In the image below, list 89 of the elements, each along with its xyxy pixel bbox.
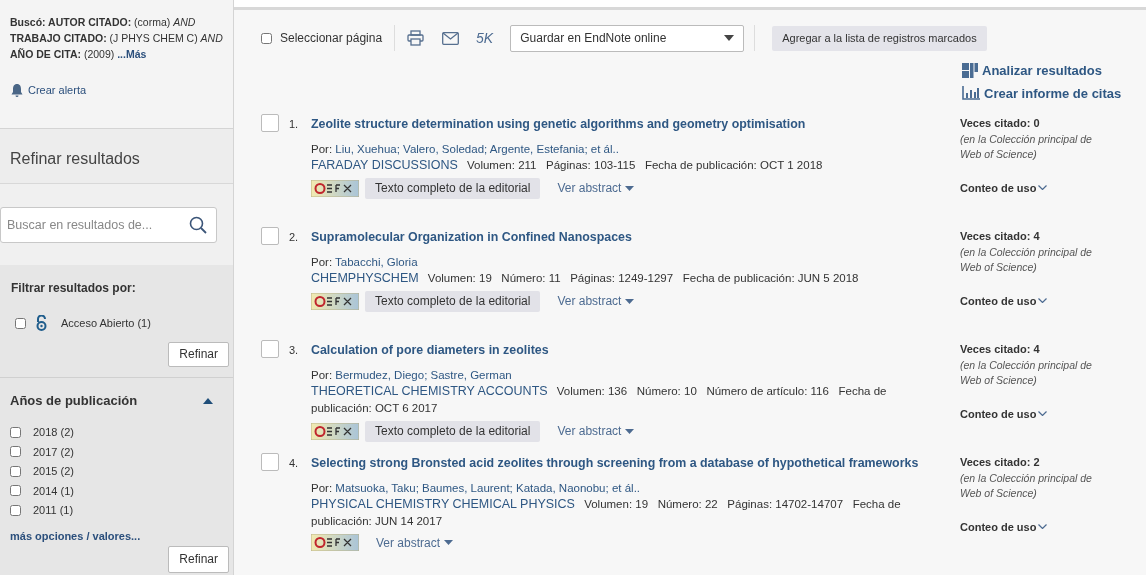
source-line: CHEMPHYSCHEM Volumen: 19 Número: 11 Páginas: 1249-1297 Fecha de publicación: JUN 5 2018 bbox=[311, 269, 860, 287]
checkbox[interactable] bbox=[261, 32, 272, 44]
record-number: 1. bbox=[288, 117, 300, 132]
record-number: 2. bbox=[288, 230, 300, 245]
source-line: PHYSICAL CHEMISTRY CHEMICAL PHYSICS Volumen: 19 Número: 22 Páginas: 14702-14707 Fecha de publicación: JUN 14 2017 bbox=[311, 495, 902, 529]
search-query: Buscó: AUTOR CITADO: (corma) AND TRABAJO CITADO: (J PHYS CHEM C) AND AÑO DE CITA: (2009) ...Más bbox=[10, 15, 223, 62]
caret-icon bbox=[724, 35, 735, 41]
years-heading: Años de publicación bbox=[10, 392, 138, 410]
citation-report-link[interactable]: Crear informe de citas bbox=[962, 83, 1122, 103]
checkbox[interactable] bbox=[10, 485, 21, 497]
view-abstract-link[interactable]: Ver abstract bbox=[557, 179, 635, 198]
collapse-caret-icon[interactable] bbox=[203, 397, 213, 404]
usage-count-toggle[interactable]: Conteo de uso bbox=[960, 179, 1048, 196]
mail-icon[interactable] bbox=[442, 31, 460, 45]
authors-line: Por: Liu, Xuehua; Valero, Soledad; Argente, Estefania; et ál.. bbox=[311, 141, 620, 157]
source-line: FARADAY DISCUSSIONS Volumen: 211 Páginas: 103-115 Fecha de publicación: OCT 1 2018 bbox=[311, 156, 824, 174]
record-title-link[interactable]: Calculation of pore diameters in zeolites bbox=[311, 341, 549, 360]
checkbox[interactable] bbox=[10, 465, 21, 477]
record-number: 4. bbox=[288, 456, 300, 471]
caret-icon bbox=[625, 185, 635, 191]
full-text-button[interactable]: Texto completo de la editorial bbox=[365, 290, 541, 312]
more-link[interactable]: ...Más bbox=[117, 48, 147, 60]
record-title-link[interactable]: Zeolite structure determination using genetic algorithms and geometry optimisation bbox=[311, 115, 806, 134]
sfx-logo[interactable] bbox=[311, 179, 359, 197]
times-cited: Veces citado: 4 bbox=[960, 229, 1041, 244]
sfx-logo[interactable] bbox=[311, 292, 359, 310]
caret-icon bbox=[444, 540, 454, 546]
usage-count-toggle[interactable]: Conteo de uso bbox=[960, 292, 1048, 309]
full-text-button[interactable]: Texto completo de la editorial bbox=[365, 420, 541, 442]
print-icon[interactable] bbox=[407, 30, 425, 46]
authors-line: Por: Matsuoka, Taku; Baumes, Laurent; Katada, Naonobu; et ál.. bbox=[311, 480, 642, 496]
collection-note: (en la Colección principal de Web of Science) bbox=[960, 357, 1092, 388]
checkbox[interactable] bbox=[10, 446, 21, 458]
checkbox[interactable] bbox=[10, 504, 21, 516]
chevron-down-icon bbox=[1038, 411, 1048, 417]
bell-icon bbox=[10, 82, 24, 98]
sfx-logo[interactable] bbox=[311, 422, 359, 440]
usage-count-toggle[interactable]: Conteo de uso bbox=[960, 518, 1048, 535]
export-count-link[interactable]: 5K bbox=[476, 27, 494, 49]
refine-button[interactable]: Refinar bbox=[168, 341, 229, 367]
checkbox[interactable] bbox=[10, 426, 21, 438]
filter-label: Acceso Abierto (1) bbox=[61, 316, 151, 331]
checkbox[interactable] bbox=[261, 453, 279, 471]
year-option: 2011 (1) bbox=[33, 502, 74, 519]
analyze-results-link[interactable]: Analizar resultados bbox=[962, 61, 1102, 81]
source-line: THEORETICAL CHEMISTRY ACCOUNTS Volumen: 136 Número: 10 Número de artículo: 116 Fecha de publicación: OCT 6 2017 bbox=[311, 382, 888, 416]
chevron-down-icon bbox=[1038, 185, 1048, 191]
bar-chart-icon bbox=[962, 86, 980, 101]
checkbox[interactable] bbox=[15, 317, 26, 329]
grid-chart-icon bbox=[962, 63, 978, 79]
record-title-link[interactable]: Supramolecular Organization in Confined Nanospaces bbox=[311, 228, 632, 247]
more-options-link[interactable]: más opciones / valores... bbox=[10, 528, 141, 545]
collection-note: (en la Colección principal de Web of Science) bbox=[960, 244, 1092, 275]
checkbox[interactable] bbox=[261, 340, 279, 358]
select-page-label[interactable]: Seleccionar página bbox=[280, 29, 383, 47]
search-field[interactable]: Buscar en resultados de... bbox=[0, 207, 217, 243]
create-alert-link[interactable]: Crear alerta bbox=[10, 82, 87, 99]
record-title-link[interactable]: Selecting strong Bronsted acid zeolites through screening from a database of hypothetical frameworks bbox=[311, 454, 919, 473]
times-cited: Veces citado: 4 bbox=[960, 342, 1041, 357]
times-cited: Veces citado: 2 bbox=[960, 455, 1041, 470]
caret-icon bbox=[625, 428, 635, 434]
view-abstract-link[interactable]: Ver abstract bbox=[557, 422, 635, 441]
year-option: 2015 (2) bbox=[33, 463, 74, 480]
authors-line: Por: Bermudez, Diego; Sastre, German bbox=[311, 367, 513, 383]
checkbox[interactable] bbox=[261, 227, 279, 245]
record-number: 3. bbox=[288, 343, 300, 358]
refine-heading: Refinar resultados bbox=[10, 149, 141, 169]
chevron-down-icon bbox=[1038, 298, 1048, 304]
sfx-logo[interactable] bbox=[311, 534, 359, 552]
year-option: 2017 (2) bbox=[33, 443, 74, 460]
checkbox[interactable] bbox=[261, 114, 279, 132]
view-abstract-link[interactable]: Ver abstract bbox=[557, 292, 635, 311]
view-abstract-link[interactable]: Ver abstract bbox=[376, 533, 454, 552]
year-option: 2014 (1) bbox=[33, 482, 74, 499]
save-dropdown[interactable]: Guardar en EndNote online bbox=[510, 24, 745, 52]
authors-line: Por: Tabacchi, Gloria bbox=[311, 254, 419, 270]
open-lock-icon bbox=[36, 315, 47, 332]
add-to-marked-list-button[interactable]: Agregar a la lista de registros marcados bbox=[772, 25, 987, 51]
search-icon[interactable] bbox=[189, 216, 207, 234]
collection-note: (en la Colección principal de Web of Science) bbox=[960, 470, 1092, 501]
refine-button[interactable]: Refinar bbox=[168, 545, 229, 573]
filter-heading: Filtrar resultados por: bbox=[11, 280, 137, 297]
year-option: 2018 (2) bbox=[33, 424, 74, 441]
collection-note: (en la Colección principal de Web of Science) bbox=[960, 131, 1092, 162]
full-text-button[interactable]: Texto completo de la editorial bbox=[365, 177, 541, 199]
usage-count-toggle[interactable]: Conteo de uso bbox=[960, 405, 1048, 422]
times-cited: Veces citado: 0 bbox=[960, 116, 1041, 131]
chevron-down-icon bbox=[1038, 524, 1048, 530]
caret-icon bbox=[625, 298, 635, 304]
